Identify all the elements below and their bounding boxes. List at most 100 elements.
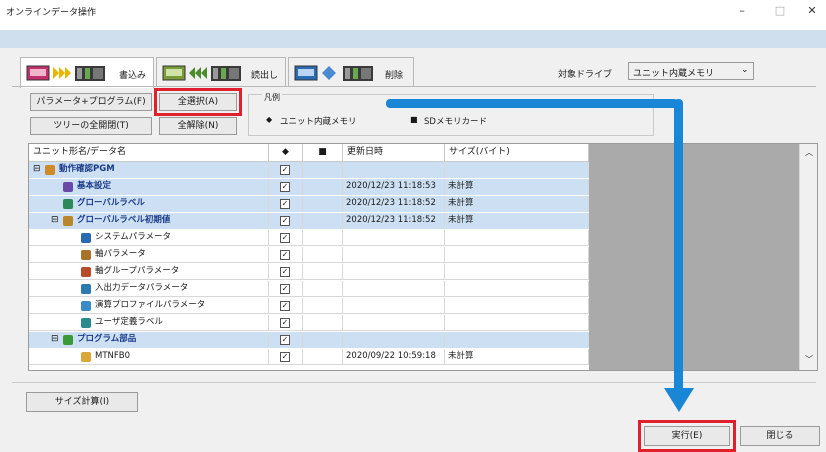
row-date — [343, 247, 445, 263]
row-size — [445, 247, 589, 263]
row-name-cell: システムパラメータ — [29, 230, 269, 246]
sd-check-cell — [303, 247, 343, 263]
annotation-arrow-vertical — [674, 99, 683, 395]
column-header-memory[interactable]: ◆ — [269, 144, 303, 162]
memory-checkbox[interactable]: ✓ — [280, 267, 290, 277]
table-row[interactable]: 基本設定 ✓ 2020/12/23 11:18:53 未計算 — [29, 179, 589, 195]
read-tab-icon — [161, 64, 243, 82]
data-tree-grid[interactable]: ユニット形名/データ名 ◆ ■ 更新日時 サイズ(バイト) ︿ ﹀ ⊟ 動作確認P… — [28, 143, 818, 371]
data-item-icon — [81, 352, 91, 362]
row-date — [343, 298, 445, 314]
data-item-icon — [45, 165, 55, 175]
data-item-icon — [63, 335, 73, 345]
legend-sd-label: SDメモリカード — [424, 117, 487, 127]
row-name-cell: 基本設定 — [29, 179, 269, 195]
table-row[interactable]: 軸パラメータ ✓ — [29, 247, 589, 263]
tree-expand-button[interactable]: ツリーの全開閉(T) — [30, 117, 152, 135]
collapse-icon[interactable]: ⊟ — [51, 332, 59, 347]
row-name: MTNFB0 — [95, 351, 131, 361]
memory-check-cell: ✓ — [269, 332, 303, 348]
memory-checkbox[interactable]: ✓ — [280, 284, 290, 294]
table-row[interactable]: 演算プロファイルパラメータ ✓ — [29, 298, 589, 314]
collapse-icon[interactable]: ⊟ — [33, 162, 41, 177]
memory-check-cell: ✓ — [269, 315, 303, 331]
table-row[interactable]: ⊟ 動作確認PGM ✓ — [29, 162, 589, 178]
sd-check-cell — [303, 230, 343, 246]
column-header-date[interactable]: 更新日時 — [343, 144, 445, 162]
row-name-cell: グローバルラベル — [29, 196, 269, 212]
memory-check-cell: ✓ — [269, 281, 303, 297]
legend-title: 凡例 — [262, 92, 282, 103]
minimize-button[interactable]: – — [730, 4, 754, 24]
table-row[interactable]: 軸グループパラメータ ✓ — [29, 264, 589, 280]
memory-checkbox[interactable]: ✓ — [280, 250, 290, 260]
tab-delete[interactable]: 削除 — [288, 57, 414, 87]
delete-tab-icon — [293, 64, 375, 82]
row-name: 軸パラメータ — [95, 249, 146, 259]
row-date: 2020/12/23 11:18:52 — [343, 196, 445, 212]
tab-read[interactable]: 読出し — [156, 57, 286, 87]
row-date — [343, 230, 445, 246]
row-name: 基本設定 — [77, 181, 112, 191]
data-item-icon — [63, 216, 73, 226]
table-row[interactable]: MTNFB0 ✓ 2020/09/22 10:59:18 未計算 — [29, 349, 589, 365]
vertical-scrollbar[interactable]: ︿ ﹀ — [799, 144, 817, 370]
row-date — [343, 162, 445, 178]
scroll-up-icon[interactable]: ︿ — [805, 147, 813, 158]
memory-checkbox[interactable]: ✓ — [280, 318, 290, 328]
data-item-icon — [81, 233, 91, 243]
memory-checkbox[interactable]: ✓ — [280, 216, 290, 226]
row-date: 2020/12/23 11:18:52 — [343, 213, 445, 229]
table-row[interactable]: ⊟ プログラム部品 ✓ — [29, 332, 589, 348]
data-item-icon — [81, 250, 91, 260]
memory-check-cell: ✓ — [269, 247, 303, 263]
column-header-name[interactable]: ユニット形名/データ名 — [29, 144, 269, 162]
tab-divider — [12, 86, 816, 87]
drive-select-value: ユニット内蔵メモリ — [633, 69, 715, 79]
tab-write[interactable]: 書込み — [20, 57, 154, 88]
row-name: プログラム部品 — [77, 334, 137, 344]
memory-checkbox[interactable]: ✓ — [280, 182, 290, 192]
row-name-cell: 入出力データパラメータ — [29, 281, 269, 297]
memory-checkbox[interactable]: ✓ — [280, 335, 290, 345]
table-row[interactable]: 入出力データパラメータ ✓ — [29, 281, 589, 297]
size-calc-button[interactable]: サイズ計算(I) — [26, 392, 138, 412]
table-row[interactable]: ⊟ グローバルラベル初期値 ✓ 2020/12/23 11:18:52 未計算 — [29, 213, 589, 229]
memory-checkbox[interactable]: ✓ — [280, 165, 290, 175]
sd-check-cell — [303, 349, 343, 365]
header-band — [0, 30, 826, 48]
data-item-icon — [63, 199, 73, 209]
deselect-all-button[interactable]: 全解除(N) — [159, 117, 237, 135]
row-name-cell: ユーザ定義ラベル — [29, 315, 269, 331]
table-row[interactable]: グローバルラベル ✓ 2020/12/23 11:18:52 未計算 — [29, 196, 589, 212]
close-button[interactable]: 閉じる — [740, 426, 820, 446]
memory-checkbox[interactable]: ✓ — [280, 233, 290, 243]
maximize-button[interactable]: □ — [768, 4, 792, 24]
memory-checkbox[interactable]: ✓ — [280, 199, 290, 209]
table-row[interactable]: ユーザ定義ラベル ✓ — [29, 315, 589, 331]
column-header-size[interactable]: サイズ(バイト) — [445, 144, 589, 162]
tab-write-label: 書込み — [119, 71, 147, 81]
column-header-sd[interactable]: ■ — [303, 144, 343, 162]
drive-select[interactable]: ユニット内蔵メモリ ⌄ — [628, 62, 754, 80]
row-name-cell: ⊟ グローバルラベル初期値 — [29, 213, 269, 229]
sd-card-icon: ■ — [410, 115, 418, 124]
sd-check-cell — [303, 332, 343, 348]
data-item-icon — [63, 182, 73, 192]
close-window-button[interactable]: ✕ — [800, 4, 824, 24]
sd-check-cell — [303, 196, 343, 212]
row-size — [445, 298, 589, 314]
sd-check-cell — [303, 213, 343, 229]
memory-checkbox[interactable]: ✓ — [280, 352, 290, 362]
data-item-icon — [81, 267, 91, 277]
scroll-down-icon[interactable]: ﹀ — [805, 354, 813, 365]
row-size — [445, 315, 589, 331]
row-name: 演算プロファイルパラメータ — [95, 300, 206, 310]
row-date: 2020/09/22 10:59:18 — [343, 349, 445, 365]
chevron-down-icon: ⌄ — [741, 65, 749, 75]
collapse-icon[interactable]: ⊟ — [51, 213, 59, 228]
param-program-button[interactable]: パラメータ+プログラム(F) — [30, 93, 152, 111]
bottom-divider — [12, 382, 816, 383]
table-row[interactable]: システムパラメータ ✓ — [29, 230, 589, 246]
memory-checkbox[interactable]: ✓ — [280, 301, 290, 311]
